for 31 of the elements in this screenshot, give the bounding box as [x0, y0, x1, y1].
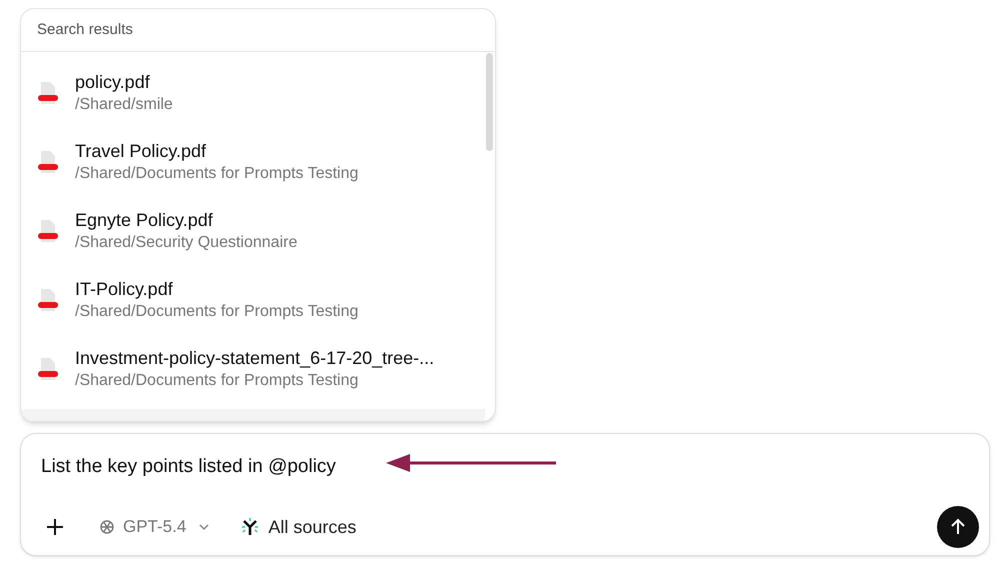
sources-selector[interactable]: All sources: [240, 514, 356, 540]
panel-title: Search results: [37, 20, 133, 40]
file-path: /Shared/Documents for Prompts Testing: [75, 302, 358, 322]
file-result[interactable]: Travel Policy.pdf /Shared/Documents for Prompts Testing: [21, 127, 485, 196]
file-name: Travel Policy.pdf: [75, 140, 208, 162]
file-result[interactable]: Investment-policy-statement_6-17-20_tree-... /Shared/Documents for Prompts Testing: [21, 334, 485, 403]
pdf-file-icon: [37, 80, 59, 104]
model-selector[interactable]: GPT-5.4: [99, 514, 210, 540]
chevron-down-icon: [198, 523, 210, 531]
pdf-file-icon: [37, 356, 59, 380]
send-button[interactable]: [937, 506, 979, 548]
file-name: IT-Policy.pdf: [75, 278, 174, 300]
pdf-file-icon: [37, 150, 59, 174]
file-path: /Shared/Documents for Prompts Testing: [75, 164, 358, 184]
model-icon: [99, 519, 115, 535]
file-result[interactable]: Egnyte Policy.pdf /Shared/Security Questionnaire: [21, 196, 485, 265]
sources-icon: [240, 517, 260, 537]
plus-icon: [45, 517, 65, 537]
file-name: Investment-policy-statement_6-17-20_tree-...: [75, 346, 434, 370]
file-name: Egnyte Policy.pdf: [75, 208, 214, 232]
pdf-file-icon: [37, 218, 59, 242]
arrow-up-icon: [950, 518, 966, 536]
file-path: /Shared/Documents for Prompts Testing: [75, 370, 360, 390]
message-text[interactable]: List the key points listed in @policy: [41, 453, 336, 482]
pdf-file-icon: [37, 288, 59, 312]
file-path: /Shared/Security Questionnaire: [75, 232, 298, 252]
file-path: /Shared/smile: [75, 94, 173, 114]
file-result[interactable]: IT-Policy.pdf /Shared/Documents for Prompts Testing: [21, 265, 485, 334]
scrollbar[interactable]: [486, 53, 493, 151]
file-result[interactable]: policy.pdf /Shared/smile: [21, 58, 485, 127]
file-name: policy.pdf: [75, 70, 151, 94]
